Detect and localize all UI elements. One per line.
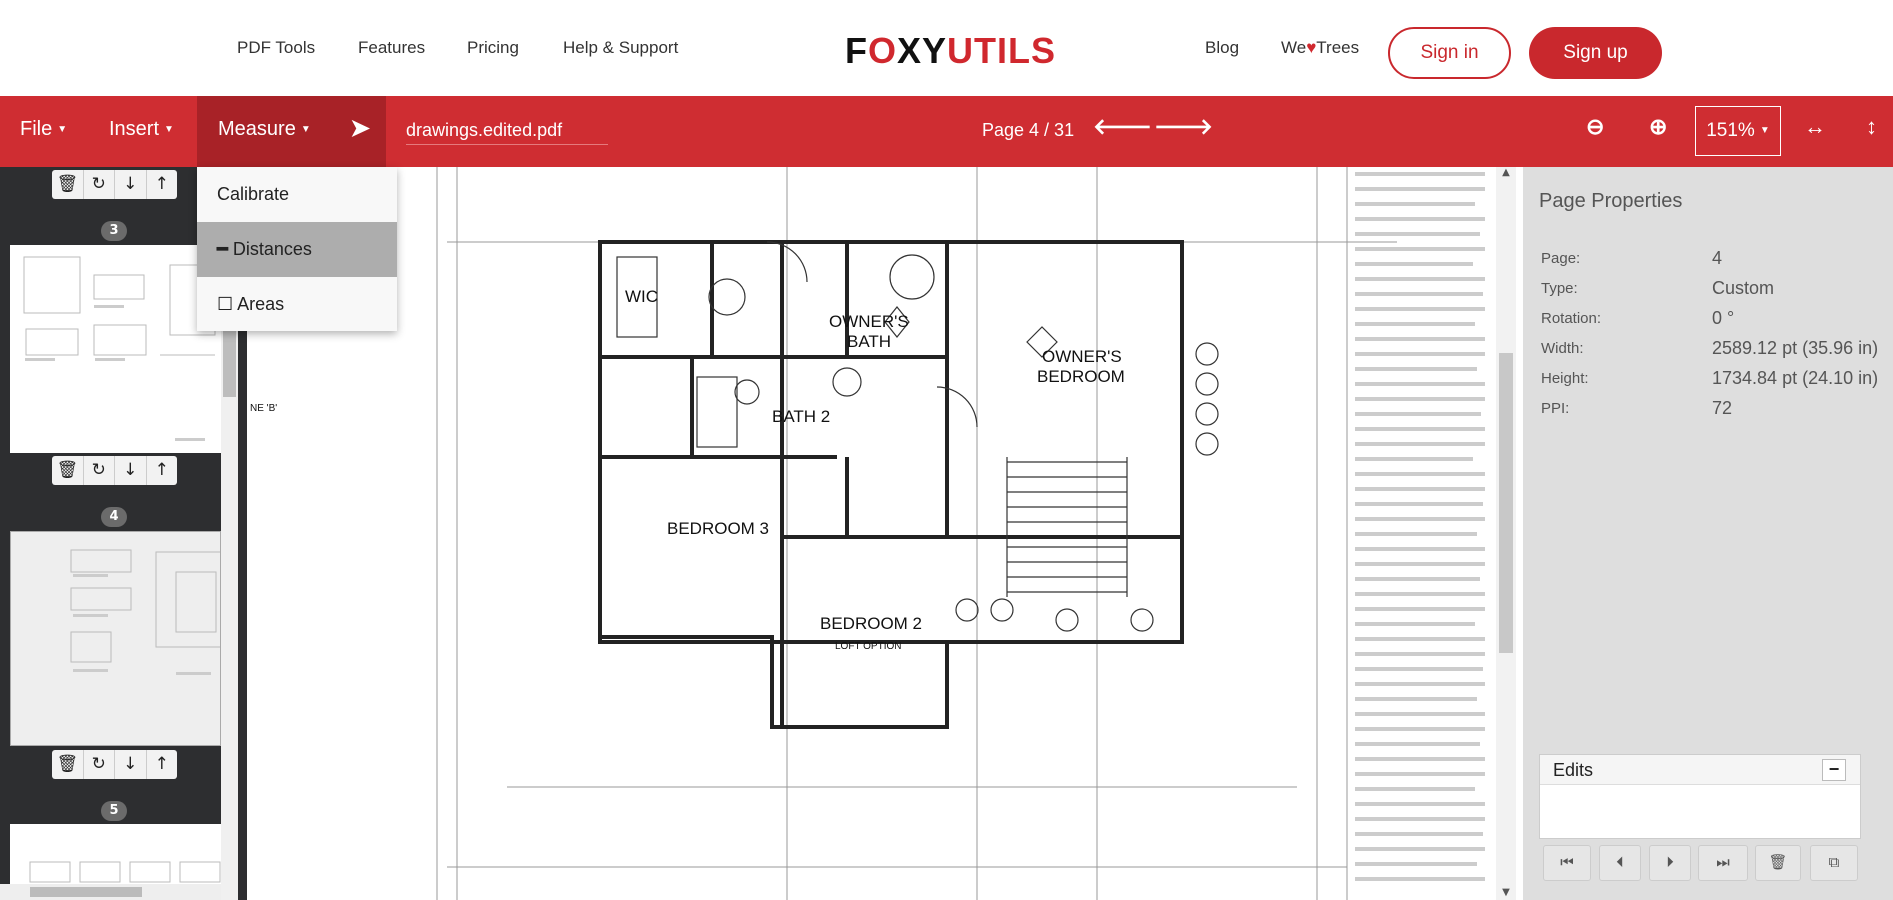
collapse-button[interactable]: − <box>1822 759 1846 781</box>
move-down-icon[interactable]: ↓ <box>115 750 147 779</box>
page-number-badge: 4 <box>101 507 127 527</box>
page-tools: 🗑 ↻ ↓ ↑ <box>52 170 177 199</box>
nav-we-love-trees[interactable]: We♥Trees <box>1281 38 1359 58</box>
sign-up-button[interactable]: Sign up <box>1529 27 1662 79</box>
floor-plan-drawing: WIC OWNER'S BATH OWNER'S BEDROOM BATH 2 … <box>250 167 1485 900</box>
sign-in-button[interactable]: Sign in <box>1388 27 1511 79</box>
rotate-icon[interactable]: ↻ <box>84 170 115 199</box>
foxyutils-logo[interactable]: FOXYUTILS <box>845 30 1056 72</box>
delete-icon[interactable]: 🗑 <box>52 750 84 779</box>
move-up-icon[interactable]: ↑ <box>147 750 178 779</box>
zoom-out-icon[interactable]: ⊖ <box>1586 114 1604 140</box>
page-properties-panel: Page Properties Page: 4 Type: Custom Rotat… <box>1523 167 1893 900</box>
menu-item-distances[interactable]: ━ Distances <box>197 222 397 277</box>
scroll-up-icon[interactable]: ▲ <box>1496 167 1516 178</box>
nav-pricing[interactable]: Pricing <box>467 38 519 58</box>
next-page-arrow-icon[interactable]: 🡒 <box>1154 114 1213 140</box>
nav-pdf-tools[interactable]: PDF Tools <box>237 38 315 58</box>
room-label: OWNER'S <box>829 312 909 331</box>
filename-field[interactable]: drawings.edited.pdf <box>406 120 608 145</box>
page-tools: 🗑 ↻ ↓ ↑ <box>52 750 177 779</box>
page-indicator: Page 4 / 31 <box>982 120 1075 140</box>
drawing-marker: NE 'B' <box>250 403 277 414</box>
property-row: Page: 4 <box>1541 248 1723 268</box>
room-label: OWNER'S <box>1042 347 1122 366</box>
move-up-icon[interactable]: ↑ <box>147 170 178 199</box>
room-label: BEDROOM 2 <box>820 614 922 633</box>
move-up-icon[interactable]: ↑ <box>147 456 178 485</box>
property-row: Type: Custom <box>1541 278 1775 298</box>
menu-item-calibrate[interactable]: Calibrate <box>197 167 397 222</box>
pdf-page-viewer[interactable]: WIC OWNER'S BATH OWNER'S BEDROOM BATH 2 … <box>247 167 1518 900</box>
page-thumbnail-5[interactable] <box>10 824 221 884</box>
measure-dropdown: Calibrate ━ Distances ☐ Areas <box>197 167 397 331</box>
insert-menu[interactable]: Insert ▼ <box>109 118 174 141</box>
fit-width-icon[interactable]: ↔ <box>1804 114 1826 140</box>
property-row: PPI: 72 <box>1541 398 1733 418</box>
zoom-level-select[interactable]: 151% ▼ <box>1695 106 1781 156</box>
delete-edit-button[interactable]: 🗑 <box>1755 845 1801 881</box>
nav-features[interactable]: Features <box>358 38 425 58</box>
thumbnail-horizontal-scrollbar[interactable] <box>0 884 221 900</box>
room-label: BATH 2 <box>772 407 830 426</box>
edits-title: Edits <box>1553 760 1594 780</box>
nav-help-support[interactable]: Help & Support <box>563 38 678 58</box>
rotate-icon[interactable]: ↻ <box>84 750 115 779</box>
fit-height-icon[interactable]: ↕ <box>1866 114 1877 140</box>
room-label: BATH <box>847 332 891 351</box>
move-down-icon[interactable]: ↓ <box>115 170 147 199</box>
room-label: BEDROOM 3 <box>667 519 769 538</box>
menu-item-areas[interactable]: ☐ Areas <box>197 277 397 332</box>
heart-icon: ♥ <box>1306 38 1317 57</box>
room-label: BEDROOM <box>1037 367 1125 386</box>
room-label: LOFT OPTION <box>835 641 902 652</box>
copy-edit-button[interactable]: ⧉ <box>1810 845 1858 881</box>
zoom-in-icon[interactable]: ⊕ <box>1649 114 1667 140</box>
panel-title: Page Properties <box>1539 190 1683 212</box>
square-icon: ☐ <box>217 294 238 314</box>
property-row: Rotation: 0 ° <box>1541 308 1735 328</box>
scroll-down-icon[interactable]: ▼ <box>1496 887 1516 898</box>
move-down-icon[interactable]: ↓ <box>115 456 147 485</box>
first-edit-button[interactable]: ⏮ <box>1543 845 1591 881</box>
rotate-icon[interactable]: ↻ <box>84 456 115 485</box>
last-edit-button[interactable]: ⏭ <box>1698 845 1748 881</box>
previous-edit-button[interactable]: ⏴ <box>1599 845 1641 881</box>
edits-panel: Edits − <box>1539 754 1861 839</box>
file-menu[interactable]: File ▼ <box>20 118 67 141</box>
previous-page-arrow-icon[interactable]: 🡐 <box>1093 114 1152 140</box>
page-number-badge: 3 <box>101 221 127 241</box>
delete-icon[interactable]: 🗑 <box>52 170 84 199</box>
page-tools: 🗑 ↻ ↓ ↑ <box>52 456 177 485</box>
page-number-badge: 5 <box>101 801 127 821</box>
measure-menu[interactable]: Measure ▼ <box>218 118 311 141</box>
delete-icon[interactable]: 🗑 <box>52 456 84 485</box>
property-row: Height: 1734.84 pt (24.10 in) <box>1541 368 1879 388</box>
page-thumbnail-4-selected[interactable] <box>10 531 221 746</box>
next-edit-button[interactable]: ⏵ <box>1649 845 1691 881</box>
room-label: WIC <box>625 287 658 306</box>
editor-toolbar: File ▼ Insert ▼ Measure ▼ ➤ drawings.edited… <box>0 96 1893 167</box>
line-icon: ━ <box>217 239 233 259</box>
nav-blog[interactable]: Blog <box>1205 38 1239 58</box>
property-row: Width: 2589.12 pt (35.96 in) <box>1541 338 1879 358</box>
document-scrollbar[interactable]: ▲ ▼ <box>1496 167 1516 900</box>
site-header: PDF Tools Features Pricing Help & Suppor… <box>0 0 1893 96</box>
cursor-select-icon[interactable]: ➤ <box>350 114 370 143</box>
page-thumbnail-3[interactable] <box>10 245 221 453</box>
